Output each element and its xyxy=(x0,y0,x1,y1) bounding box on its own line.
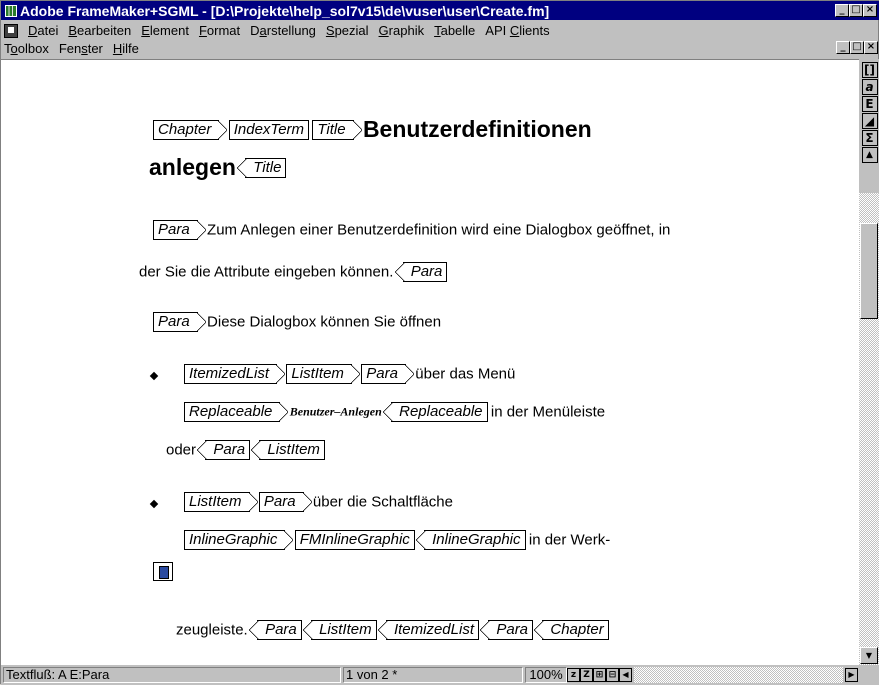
vertical-scrollbar[interactable]: ▼ xyxy=(859,193,879,665)
para1-line-1: Para Zum Anlegen einer Benutzerdefinitio… xyxy=(153,220,670,240)
menu-element[interactable]: Element xyxy=(141,23,189,38)
item1-line-1: ItemizedList ListItem Para über das Menü xyxy=(184,364,515,384)
zoom-in-button[interactable]: Z xyxy=(580,668,593,682)
doc-minimize-button[interactable]: _ xyxy=(836,41,850,54)
tag-listitem-end[interactable]: ListItem xyxy=(251,440,325,460)
item2-line-1: ListItem Para über die Schaltfläche xyxy=(184,492,453,512)
tag-replaceable-start[interactable]: Replaceable xyxy=(184,402,289,422)
tag-para-end[interactable]: Para xyxy=(394,262,448,282)
minimize-button[interactable]: _ xyxy=(835,4,849,17)
menu-darstellung[interactable]: Darstellung xyxy=(250,23,316,38)
tag-para-end[interactable]: Para xyxy=(480,620,534,640)
heading-text-2: anlegen xyxy=(149,154,236,180)
bullet xyxy=(149,371,159,381)
close-button[interactable]: × xyxy=(863,4,877,17)
tag-inlinegraphic-end[interactable]: InlineGraphic xyxy=(416,530,526,550)
menu-fenster[interactable]: Fenster xyxy=(59,41,103,56)
item1-line-3: oder Para ListItem xyxy=(166,440,325,460)
zoom-level[interactable]: 100% xyxy=(525,667,567,683)
tag-title-end[interactable]: Title xyxy=(237,157,287,178)
tag-indexterm[interactable]: IndexTerm xyxy=(228,119,310,140)
structure-view-icon[interactable]: [] xyxy=(861,62,878,78)
scroll-down-arrow[interactable]: ▼ xyxy=(860,647,878,664)
scroll-right-arrow[interactable]: ▶ xyxy=(845,668,858,682)
item2-text: über die Schaltfläche xyxy=(312,493,453,511)
page-status[interactable]: 1 von 2 * xyxy=(343,667,523,683)
heading-line-2: anlegen Title xyxy=(149,154,287,181)
tag-para-start[interactable]: Para xyxy=(153,220,206,240)
item2-line-2: InlineGraphic FMInlineGraphic InlineGrap… xyxy=(184,530,610,550)
tag-chapter-start[interactable]: Chapter xyxy=(153,119,228,140)
document-area[interactable]: Chapter IndexTerm Title Benutzerdefiniti… xyxy=(1,59,859,665)
page-up-button[interactable]: ⊞ xyxy=(593,668,606,682)
menu-bearbeiten[interactable]: Bearbeiten xyxy=(68,23,131,38)
textflow-status: Textfluß: A E:Para xyxy=(3,667,341,683)
tag-inlinegraphic-start[interactable]: InlineGraphic xyxy=(184,530,294,550)
item1-text: über das Menü xyxy=(415,365,516,383)
menu-datei[interactable]: Datei xyxy=(28,23,58,38)
bullet xyxy=(149,499,159,509)
app-icon[interactable] xyxy=(5,4,17,17)
para1-text-1: Zum Anlegen einer Benutzerdefinition wir… xyxy=(207,221,671,239)
tag-para-start[interactable]: Para xyxy=(153,312,206,332)
tag-replaceable-end[interactable]: Replaceable xyxy=(383,402,488,422)
inline-graphic-icon[interactable] xyxy=(153,562,173,581)
tag-fminlinegraphic[interactable]: FMInlineGraphic xyxy=(294,530,415,550)
scroll-left-arrow[interactable]: ◀ xyxy=(619,668,632,682)
tag-listitem-start[interactable]: ListItem xyxy=(286,364,360,384)
app-window: Adobe FrameMaker+SGML - [D:\Projekte\hel… xyxy=(0,0,879,685)
tag-listitem-start[interactable]: ListItem xyxy=(184,492,257,512)
zoom-out-button[interactable]: z xyxy=(567,668,580,682)
item1-line-2: Replaceable Benutzer–Anlegen Replaceable… xyxy=(184,402,605,422)
item1-or: oder xyxy=(166,441,197,459)
tag-para-end[interactable]: Para xyxy=(249,620,302,640)
equations-icon[interactable]: Σ xyxy=(861,130,878,146)
doc-restore-button[interactable]: □ xyxy=(850,41,864,54)
graphics-tools-icon[interactable]: ◢ xyxy=(861,113,878,129)
item2-end: zeugleiste. xyxy=(176,621,248,639)
tag-itemizedlist-start[interactable]: ItemizedList xyxy=(184,364,286,384)
para1-line-2: der Sie die Attribute eingeben können. P… xyxy=(139,262,448,282)
character-format-icon[interactable]: a xyxy=(861,79,878,95)
page-down-button[interactable]: ⊟ xyxy=(606,668,619,682)
menu-bar: Datei Bearbeiten Element Format Darstell… xyxy=(1,21,879,40)
menu-hilfe[interactable]: Hilfe xyxy=(113,41,139,56)
item1-cont: in der Menüleiste xyxy=(490,403,606,421)
doc-close-button[interactable]: × xyxy=(864,41,878,54)
title-bar[interactable]: Adobe FrameMaker+SGML - [D:\Projekte\hel… xyxy=(1,1,879,20)
para1-text-2: der Sie die Attribute eingeben können. xyxy=(139,263,394,281)
item2-cont: in der Werk- xyxy=(528,531,611,549)
window-title: Adobe FrameMaker+SGML - [D:\Projekte\hel… xyxy=(20,2,550,19)
tag-title-start[interactable]: Title xyxy=(312,119,362,140)
menu-api-clients[interactable]: API Clients xyxy=(485,23,549,38)
tag-itemizedlist-end[interactable]: ItemizedList xyxy=(377,620,479,640)
menu-spezial[interactable]: Spezial xyxy=(326,23,369,38)
menu-bar-row2: Toolbox Fenster Hilfe _ □ × xyxy=(1,39,879,58)
tag-chapter-end[interactable]: Chapter xyxy=(534,620,609,640)
scroll-up-icon[interactable]: ▲ xyxy=(861,147,878,163)
tag-para-start[interactable]: Para xyxy=(361,364,414,384)
status-bar: Textfluß: A E:Para 1 von 2 * 100% z Z ⊞ … xyxy=(1,665,879,685)
horizontal-scrollbar[interactable] xyxy=(634,667,843,683)
maximize-button[interactable]: □ xyxy=(849,4,863,17)
item2-line-3: zeugleiste. Para ListItem ItemizedList P… xyxy=(176,620,609,640)
heading-text-1: Benutzerdefinitionen xyxy=(362,116,592,142)
menu-tabelle[interactable]: Tabelle xyxy=(434,23,475,38)
replaceable-text: Benutzer–Anlegen xyxy=(289,404,382,419)
tag-para-end[interactable]: Para xyxy=(197,440,251,460)
element-catalog-icon[interactable]: E xyxy=(861,96,878,112)
menu-format[interactable]: Format xyxy=(199,23,240,38)
tag-para-start[interactable]: Para xyxy=(258,492,312,512)
document-icon[interactable] xyxy=(4,23,18,38)
scroll-thumb[interactable] xyxy=(860,223,878,319)
tag-listitem-end[interactable]: ListItem xyxy=(303,620,377,640)
para2-line: Para Diese Dialogbox können Sie öffnen xyxy=(153,312,441,332)
menu-toolbox[interactable]: Toolbox xyxy=(4,41,49,56)
menu-graphik[interactable]: Graphik xyxy=(379,23,425,38)
para2-text: Diese Dialogbox können Sie öffnen xyxy=(207,313,442,331)
heading-line-1: Chapter IndexTerm Title Benutzerdefiniti… xyxy=(153,116,592,143)
